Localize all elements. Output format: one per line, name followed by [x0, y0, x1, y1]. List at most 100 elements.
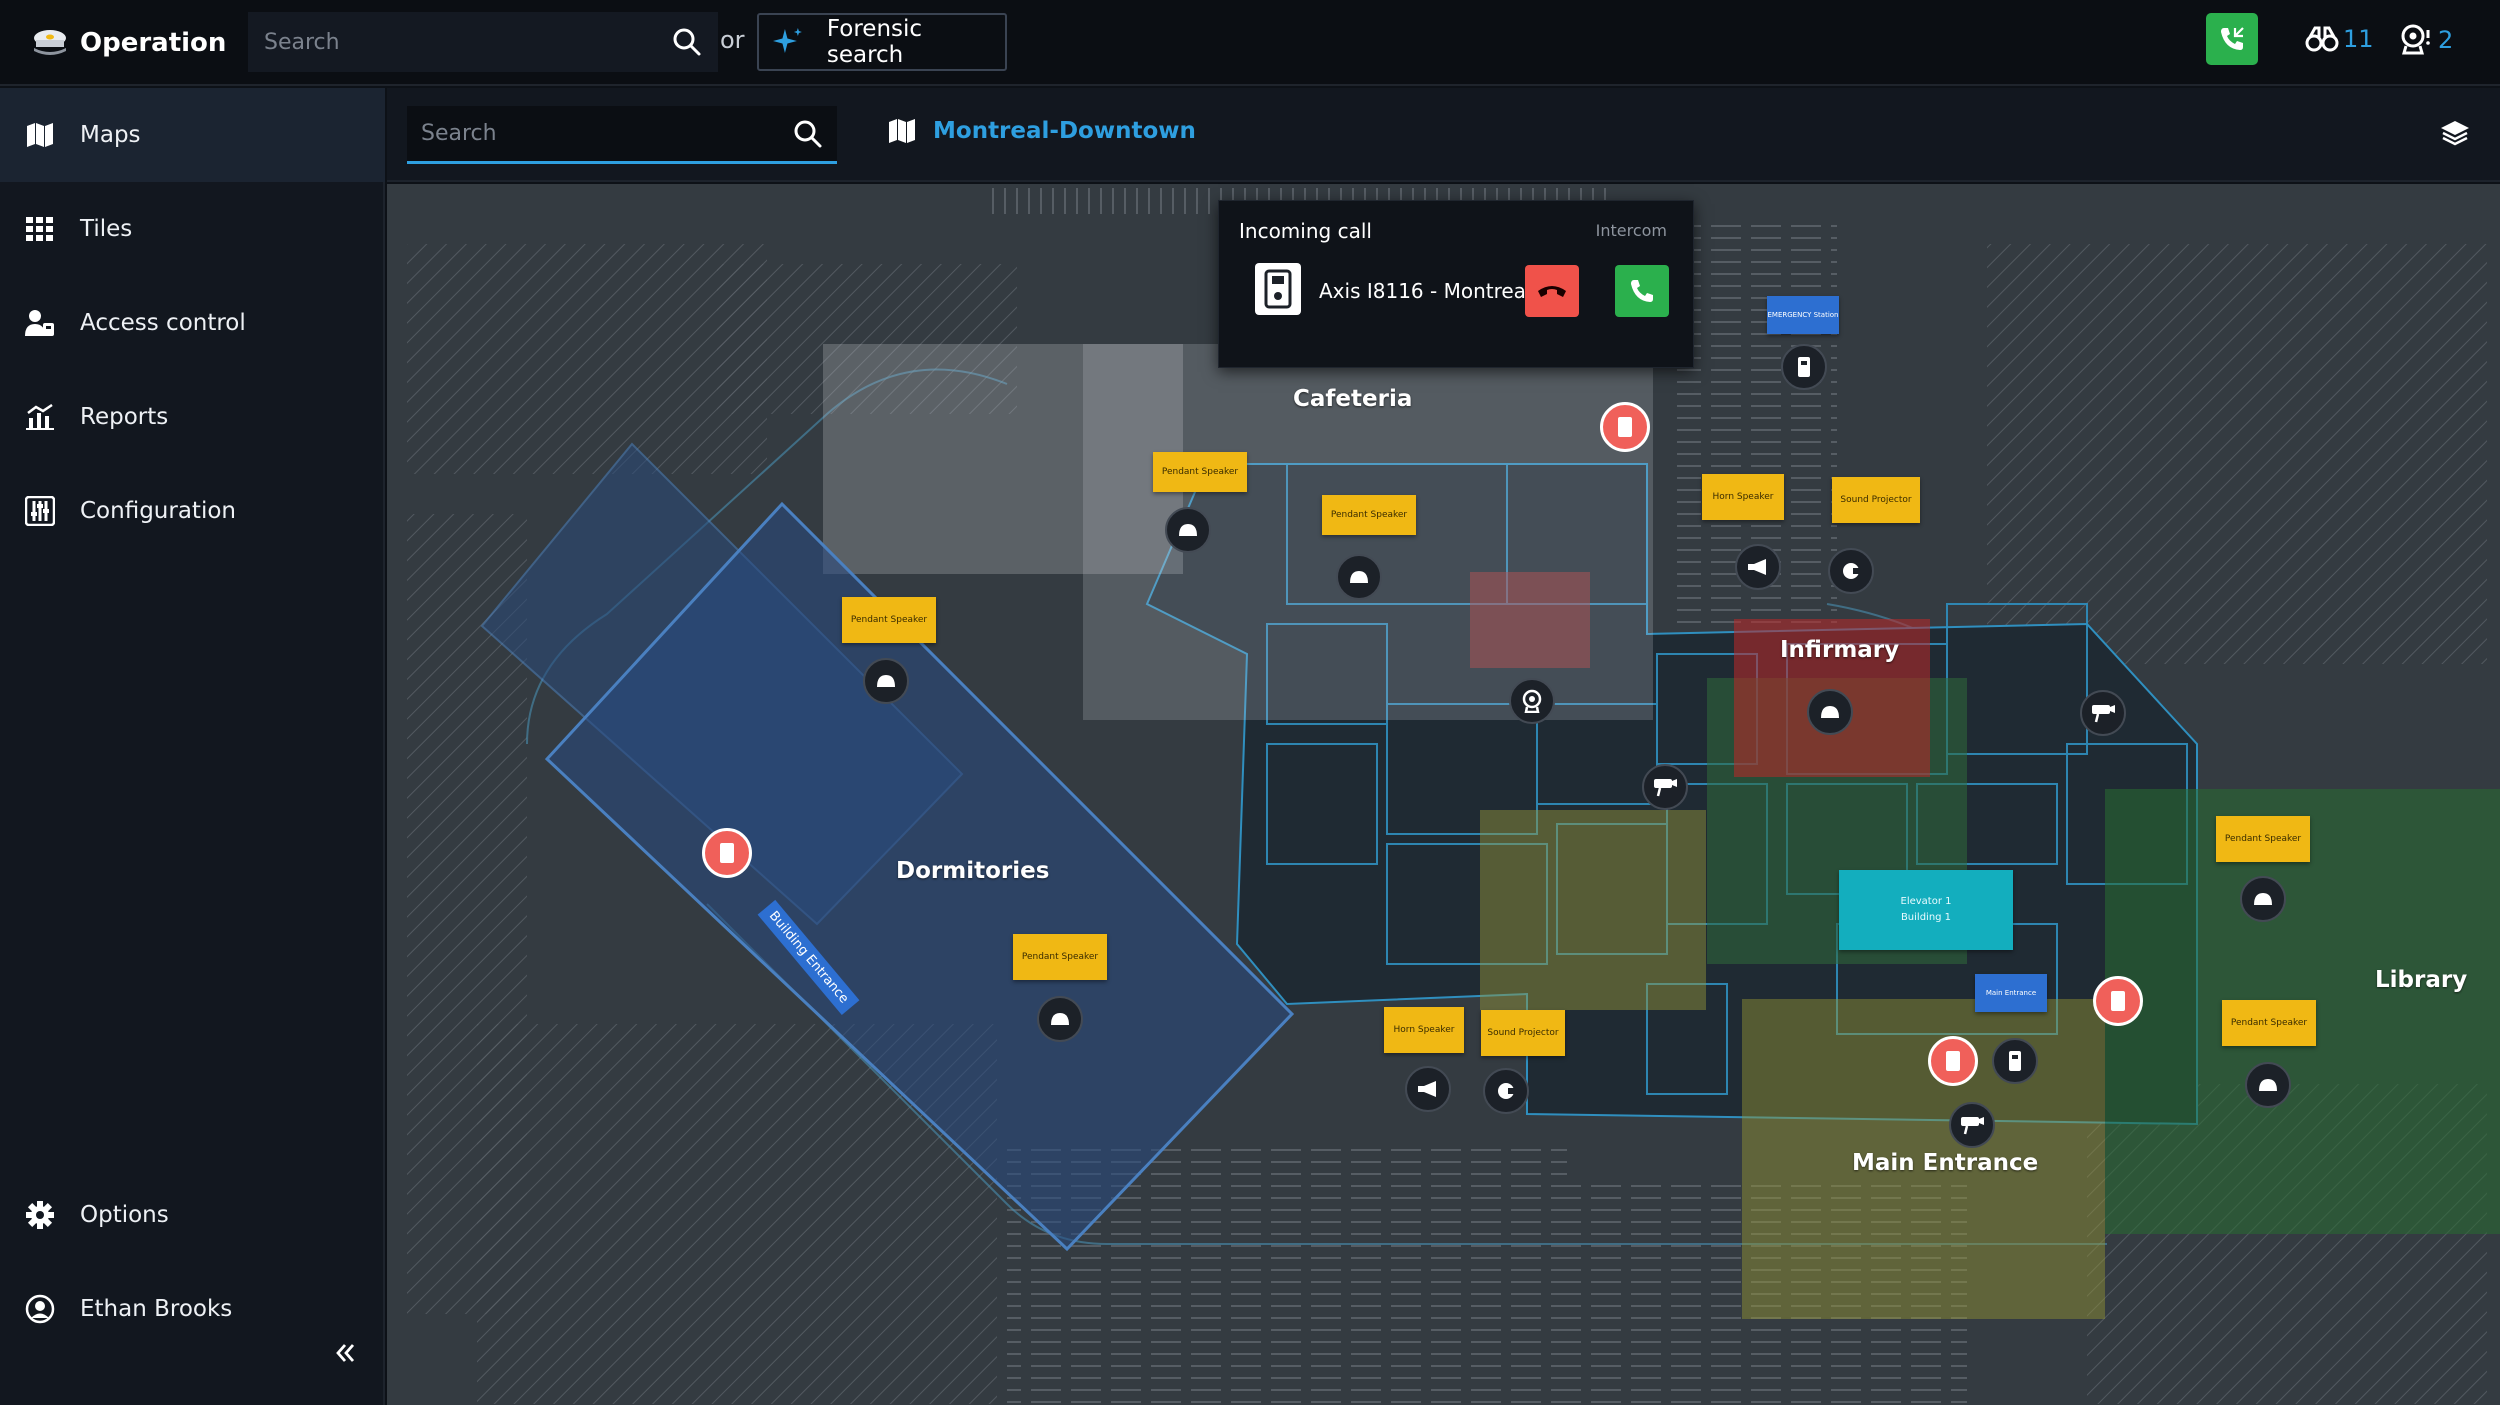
speaker-tag[interactable]: Sound Projector: [1832, 477, 1920, 523]
speaker-tag[interactable]: Pendant Speaker: [1013, 934, 1107, 980]
speaker-tag[interactable]: Horn Speaker: [1384, 1007, 1464, 1053]
zone-label-infirmary: Infirmary: [1780, 637, 1900, 663]
forensic-search-button[interactable]: Forensic search: [757, 13, 1007, 71]
main-entrance-tag[interactable]: Main Entrance: [1975, 974, 2047, 1012]
sidebar-item-label: Configuration: [80, 498, 236, 524]
door-icon: [1618, 417, 1632, 437]
dome-speaker-icon: [1821, 706, 1839, 718]
sound-projector-device[interactable]: [1483, 1068, 1529, 1114]
brand: Operation: [30, 22, 226, 64]
speaker-device[interactable]: [2245, 1062, 2291, 1108]
sidebar-item-maps[interactable]: Maps: [0, 88, 385, 182]
zone-label-library: Library: [2375, 967, 2468, 993]
sidebar-item-tiles[interactable]: Tiles: [0, 182, 385, 276]
forensic-search-label: Forensic search: [826, 16, 923, 68]
user-circle-icon: [24, 1293, 56, 1325]
speaker-tag[interactable]: Horn Speaker: [1702, 474, 1784, 520]
phone-incoming-icon: [2221, 27, 2244, 50]
emergency-station-tag[interactable]: EMERGENCY Station: [1767, 296, 1839, 334]
camera-device[interactable]: [2080, 690, 2126, 736]
door-alarm[interactable]: [1928, 1036, 1978, 1086]
search-icon[interactable]: [672, 27, 702, 57]
intercom-icon: [2009, 1051, 2021, 1071]
search-icon[interactable]: [793, 119, 823, 149]
camera-device[interactable]: [1642, 764, 1688, 810]
sidebar-item-label: Ethan Brooks: [80, 1296, 233, 1322]
sidebar-item-configuration[interactable]: Configuration: [0, 464, 385, 558]
decline-call-button[interactable]: [1525, 265, 1579, 317]
sidebar-item-options[interactable]: Options: [0, 1168, 385, 1262]
phone-icon: [1631, 280, 1653, 302]
sidebar-item-label: Reports: [80, 404, 169, 430]
dome-speaker-icon: [1350, 571, 1368, 583]
speaker-tag[interactable]: Pendant Speaker: [2216, 816, 2310, 862]
top-search-box: [248, 12, 718, 72]
door-icon: [2111, 991, 2125, 1011]
collapse-sidebar-button[interactable]: [330, 1338, 360, 1368]
elevator-tag[interactable]: Elevator 1 Building 1: [1839, 870, 2013, 950]
speaker-tag[interactable]: Pendant Speaker: [2222, 1000, 2316, 1046]
horn-speaker-device[interactable]: [1405, 1066, 1451, 1112]
chart-icon: [24, 401, 56, 433]
accept-call-button[interactable]: [1615, 265, 1669, 317]
camera-device[interactable]: [1949, 1102, 1995, 1148]
door-alarm[interactable]: [1600, 402, 1650, 452]
sidebar-item-user[interactable]: Ethan Brooks: [0, 1262, 385, 1356]
top-search-input[interactable]: [264, 29, 672, 55]
sidebar-item-label: Options: [80, 1202, 169, 1228]
speaker-tag[interactable]: Pendant Speaker: [842, 597, 936, 643]
sidebar-item-label: Tiles: [80, 216, 133, 242]
map-search-input[interactable]: [421, 121, 793, 146]
call-device-name: Axis I8116 - Montreal: [1319, 279, 1532, 303]
sidebar-item-reports[interactable]: Reports: [0, 370, 385, 464]
speaker-device[interactable]: [2240, 876, 2286, 922]
sidebar: Maps Tiles Access control Reports Config…: [0, 88, 385, 1405]
speaker-device[interactable]: [1165, 507, 1211, 553]
speaker-device[interactable]: [1807, 689, 1853, 735]
door-alarm[interactable]: [702, 828, 752, 878]
bullet-camera-icon: [1961, 1117, 1984, 1135]
top-bar: Operation or Forensic search 11: [0, 0, 2500, 86]
elevator-tag-line2: Building 1: [1900, 912, 1952, 923]
projector-icon: [1843, 563, 1861, 579]
phone-hangup-icon: [1538, 286, 1566, 297]
speaker-tag[interactable]: Pendant Speaker: [1322, 495, 1416, 535]
dome-speaker-icon: [2259, 1079, 2277, 1091]
layers-button[interactable]: [2437, 116, 2473, 152]
camera-device[interactable]: [1509, 678, 1555, 724]
incoming-call-button[interactable]: [2206, 13, 2258, 65]
camera-icon: [1522, 689, 1542, 713]
speaker-tag[interactable]: Sound Projector: [1481, 1010, 1565, 1056]
intercom-device[interactable]: [1781, 344, 1827, 390]
projector-icon: [1498, 1083, 1516, 1099]
bullet-camera-icon: [2092, 705, 2115, 723]
speaker-device[interactable]: [1336, 554, 1382, 600]
or-label: or: [720, 26, 745, 54]
alarm-count: 11: [2343, 25, 2374, 53]
intercom-icon: [1255, 263, 1301, 315]
speaker-device[interactable]: [1037, 996, 1083, 1042]
sidebar-item-label: Maps: [80, 122, 141, 148]
sound-projector-device[interactable]: [1828, 548, 1874, 594]
door-alarm[interactable]: [2093, 976, 2143, 1026]
map-icon: [24, 119, 56, 151]
dome-speaker-icon: [1179, 524, 1197, 536]
binoculars-icon: [2305, 26, 2339, 52]
door-icon: [1946, 1051, 1960, 1071]
camera-counter[interactable]: 2: [2400, 24, 2453, 56]
map-name[interactable]: Montreal-Downtown: [887, 118, 1196, 144]
intercom-device[interactable]: [1992, 1038, 2038, 1084]
alarm-counter[interactable]: 11: [2305, 24, 2374, 54]
sparkle-icon: [772, 28, 802, 53]
zone-label-dormitories: Dormitories: [896, 858, 1050, 884]
sliders-icon: [24, 495, 56, 527]
grid-icon: [24, 213, 56, 245]
map-icon: [889, 119, 915, 143]
speaker-device[interactable]: [863, 658, 909, 704]
sidebar-item-access-control[interactable]: Access control: [0, 276, 385, 370]
camera-count: 2: [2438, 26, 2454, 54]
speaker-tag[interactable]: Pendant Speaker: [1153, 452, 1247, 492]
zone-label-main-entrance: Main Entrance: [1852, 1150, 2039, 1176]
horn-speaker-device[interactable]: [1735, 544, 1781, 590]
gear-icon: [24, 1199, 56, 1231]
